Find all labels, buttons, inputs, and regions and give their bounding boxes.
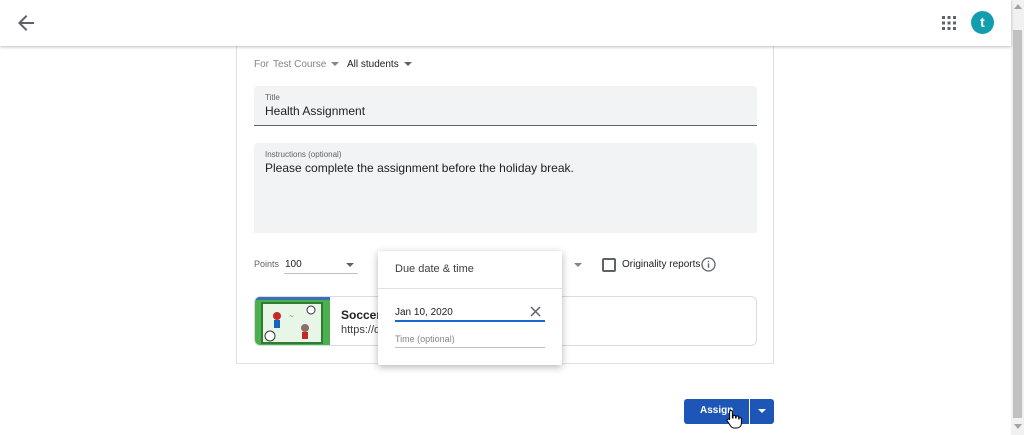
dropdown-caret-icon [346,263,354,267]
info-icon[interactable] [701,257,716,272]
due-date-value: Jan 10, 2020 [395,307,453,318]
scroll-down-icon[interactable] [1014,424,1022,429]
account-avatar[interactable]: t [971,11,994,34]
points-value: 100 [285,259,302,270]
originality-label: Originality reports [622,259,701,270]
points-select[interactable]: 100 [284,256,358,274]
topic-dropdown-caret-icon[interactable] [574,263,582,267]
title-label: Title [265,93,280,102]
points-label: Points [254,259,280,269]
students-select-value: All students [347,59,399,70]
title-field[interactable]: Title Health Assignment [254,86,757,126]
instructions-field[interactable]: Instructions (optional) Please complete … [254,143,757,233]
title-value: Health Assignment [265,104,366,118]
instructions-label: Instructions (optional) [265,150,342,159]
for-label: For [254,59,269,70]
back-arrow-icon[interactable] [14,11,38,35]
instructions-value: Please complete the assignment before th… [265,161,574,175]
thumbnail-image: ~ [261,302,323,344]
apps-grid-icon[interactable] [938,12,960,34]
course-select-value: Test Course [273,59,327,70]
dropdown-caret-icon [758,409,766,413]
scrollbar-thumb[interactable] [1013,30,1022,418]
course-select[interactable]: Test Course [273,59,340,70]
dropdown-caret-icon [403,62,412,67]
attachment-thumbnail: ~ [255,297,330,345]
assign-options-button[interactable] [750,399,774,424]
top-app-bar: t [0,0,1011,46]
popup-divider [378,288,562,289]
svg-text:~: ~ [289,313,294,320]
attachment-title: Soccer [341,308,382,322]
due-date-popup: Due date & time Jan 10, 2020 Time (optio… [378,251,562,365]
due-time-placeholder: Time (optional) [395,334,455,344]
due-date-input[interactable]: Jan 10, 2020 [395,306,545,322]
scroll-up-icon[interactable] [1014,4,1022,9]
clear-date-icon[interactable] [529,305,542,318]
originality-checkbox[interactable] [602,258,616,272]
due-time-input[interactable]: Time (optional) [395,332,545,348]
attachment-url: https://q [341,324,381,336]
thumbnail-accent [255,297,330,300]
due-date-title: Due date & time [395,263,474,275]
hand-cursor-icon [726,409,742,429]
students-select[interactable]: All students [347,59,412,70]
dropdown-caret-icon [331,62,340,67]
